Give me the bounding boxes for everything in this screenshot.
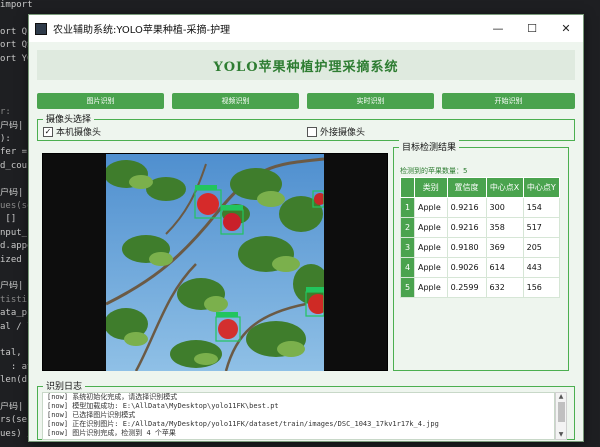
log-textbox[interactable]: [now] 系统初始化完成，请选择识别模式 [now] 模型加载成功: E:\Al… xyxy=(42,392,555,440)
code-line: nput_ xyxy=(0,227,28,238)
cell-confidence: 0.9180 xyxy=(446,237,487,258)
external-camera-checkbox[interactable] xyxy=(307,126,317,137)
apple-tree-illustration xyxy=(106,154,324,371)
video-detect-button[interactable]: 视频识别 xyxy=(172,93,299,109)
column-header-center-x[interactable]: 中心点X xyxy=(485,177,524,198)
results-table: 类别 置信度 中心点X 中心点Y 1 Apple 0.9216 300 154 2 Appl… xyxy=(400,177,561,298)
column-header-center-y[interactable]: 中心点Y xyxy=(522,177,561,198)
cell-center-x: 300 xyxy=(485,197,524,218)
close-button[interactable]: ✕ xyxy=(549,15,583,42)
code-line: 户码| xyxy=(0,281,24,292)
table-header-row: 类别 置信度 中心点X 中心点Y xyxy=(400,177,561,198)
column-header-class[interactable]: 类别 xyxy=(414,177,448,198)
code-line: fer = xyxy=(0,147,28,158)
local-camera-option[interactable]: ✓ 本机摄像头 xyxy=(43,125,101,138)
title-bar[interactable]: 农业辅助系统:YOLO苹果种植-采摘-护理 — ☐ ✕ xyxy=(29,15,583,42)
log-line: [now] 图片识别完成，检测到 4 个苹果 xyxy=(47,429,176,437)
camera-group-title: 摄像头选择 xyxy=(43,112,95,125)
cell-center-x: 369 xyxy=(485,237,524,258)
code-line: [] xyxy=(0,214,17,225)
code-line: ata_p xyxy=(0,308,28,319)
table-row[interactable]: 1 Apple 0.9216 300 154 xyxy=(400,197,561,218)
cell-center-x: 614 xyxy=(485,257,524,278)
row-index: 2 xyxy=(400,217,415,238)
external-camera-option[interactable]: 外接摄像头 xyxy=(307,125,365,138)
cell-center-y: 205 xyxy=(522,237,561,258)
camera-group xyxy=(37,119,575,141)
table-row[interactable]: 3 Apple 0.9180 369 205 xyxy=(400,237,561,258)
local-camera-label: 本机摄像头 xyxy=(56,128,102,138)
cell-class: Apple xyxy=(414,217,448,238)
cell-class: Apple xyxy=(414,257,448,278)
row-index: 1 xyxy=(400,197,415,218)
table-corner xyxy=(400,177,415,198)
log-line: [now] 正在识别图片: E:/AllData/MyDesktop/yolo1… xyxy=(47,420,439,428)
cell-center-y: 517 xyxy=(522,217,561,238)
code-line: d_cou xyxy=(0,160,28,171)
cell-center-y: 156 xyxy=(522,277,561,298)
log-line: [now] 已选择图片识别模式 xyxy=(47,411,136,419)
start-detect-button[interactable]: 开始识别 xyxy=(442,93,575,109)
code-line: ): xyxy=(0,134,11,144)
log-group-title: 识别日志 xyxy=(43,379,86,392)
cell-center-x: 632 xyxy=(485,277,524,298)
external-camera-label: 外接摄像头 xyxy=(320,128,366,138)
code-line: 户码| xyxy=(0,120,24,131)
cell-center-x: 358 xyxy=(485,217,524,238)
cell-center-y: 154 xyxy=(522,197,561,218)
cell-confidence: 0.9216 xyxy=(446,217,487,238)
apple-count-label: 检测到的苹果数量：5 xyxy=(400,167,468,175)
cell-class: Apple xyxy=(414,277,448,298)
cell-class: Apple xyxy=(414,237,448,258)
window-title: 农业辅助系统:YOLO苹果种植-采摘-护理 xyxy=(53,25,231,36)
row-index: 3 xyxy=(400,237,415,258)
log-group: 识别日志 [now] 系统初始化完成，请选择识别模式 [now] 模型加载成功: … xyxy=(37,379,575,440)
table-row[interactable]: 4 Apple 0.9026 614 443 xyxy=(400,257,561,278)
code-line: rs(se xyxy=(0,415,28,426)
cell-class: Apple xyxy=(414,197,448,218)
banner: YOLO苹果种植护理采摘系统 xyxy=(37,50,575,80)
apple-tree-photo xyxy=(106,154,324,371)
code-line: tal, xyxy=(0,348,22,359)
table-row[interactable]: 5 Apple 0.2599 632 156 xyxy=(400,277,561,298)
code-line: len(d xyxy=(0,375,28,386)
scroll-thumb[interactable] xyxy=(558,402,565,422)
app-window: 农业辅助系统:YOLO苹果种植-采摘-护理 — ☐ ✕ YOLO苹果种植护理采摘… xyxy=(28,14,584,442)
maximize-button[interactable]: ☐ xyxy=(515,15,549,42)
log-line: [now] 模型加载成功: E:\AllData\MyDesktop\yolo1… xyxy=(47,402,279,410)
log-scrollbar[interactable]: ▲ ▼ xyxy=(555,392,567,440)
scroll-down-icon[interactable]: ▼ xyxy=(556,431,566,439)
code-line: r: xyxy=(0,107,11,118)
client-area: YOLO苹果种植护理采摘系统 图片识别 视频识别 实时识别 开始识别 摄像头选择… xyxy=(29,42,583,441)
app-icon xyxy=(35,22,47,35)
image-detect-button[interactable]: 图片识别 xyxy=(37,93,164,109)
row-index: 5 xyxy=(400,277,415,298)
realtime-detect-button[interactable]: 实时识别 xyxy=(307,93,434,109)
code-line: 户码| xyxy=(0,187,24,198)
log-line: [now] 系统初始化完成，请选择识别模式 xyxy=(47,393,178,401)
code-line: ized xyxy=(0,254,22,265)
minimize-button[interactable]: — xyxy=(481,15,515,42)
scroll-up-icon[interactable]: ▲ xyxy=(556,393,566,401)
code-line: 户码| xyxy=(0,402,24,412)
table-row[interactable]: 2 Apple 0.9216 358 517 xyxy=(400,217,561,238)
cell-confidence: 0.2599 xyxy=(446,277,487,298)
results-group-title: 目标检测结果 xyxy=(399,140,460,153)
cell-confidence: 0.9216 xyxy=(446,197,487,218)
cell-confidence: 0.9026 xyxy=(446,257,487,278)
column-header-confidence[interactable]: 置信度 xyxy=(446,177,487,198)
code-line: import xyxy=(0,0,33,10)
banner-title: YOLO苹果种植护理采摘系统 xyxy=(213,59,399,75)
cell-center-y: 443 xyxy=(522,257,561,278)
image-display xyxy=(42,153,388,371)
row-index: 4 xyxy=(400,257,415,278)
local-camera-checkbox[interactable]: ✓ xyxy=(43,126,53,137)
